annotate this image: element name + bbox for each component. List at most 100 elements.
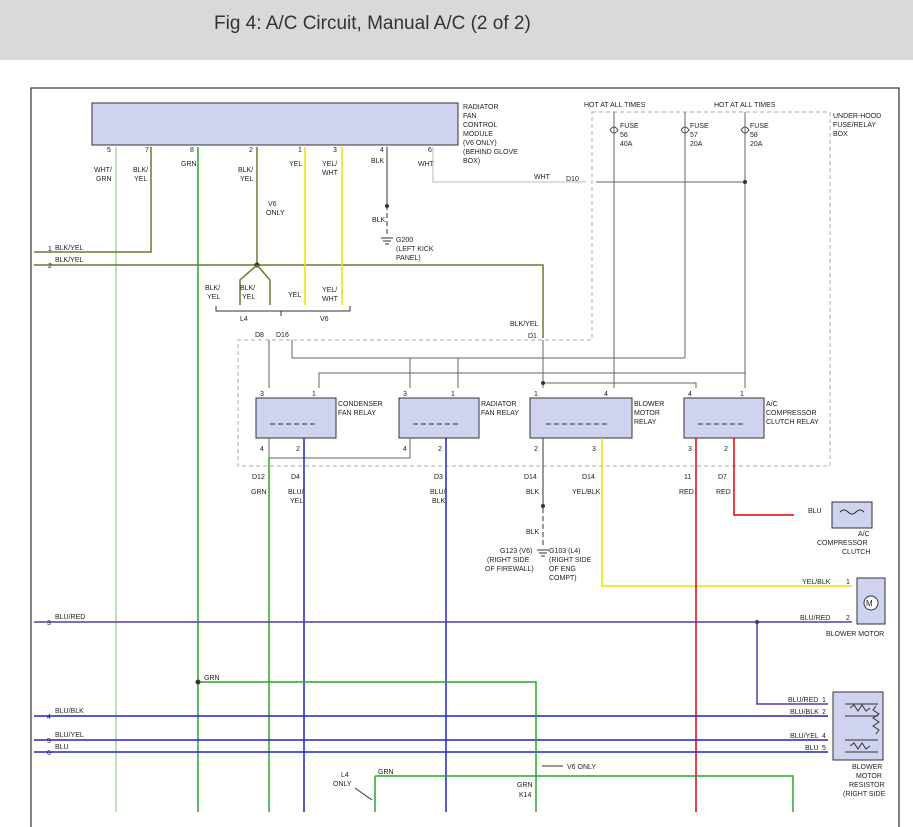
wire-label: YEL/BLK: [802, 579, 831, 586]
clutch-label: CLUTCH: [842, 549, 870, 556]
wire-label: GRN: [204, 675, 220, 682]
wire-label: BLU/: [288, 489, 304, 496]
connector-label: D3: [434, 474, 443, 481]
relay-pin: 4: [260, 446, 264, 453]
wire-label: BLU/RED: [55, 614, 85, 621]
relay-pin: 3: [688, 446, 692, 453]
clutch-label: A/C: [858, 531, 870, 538]
module-wire-labels: WHT/ GRN BLK/ YEL GRN BLK/ YEL YEL YEL/ …: [94, 158, 435, 183]
fuses: FUSE 56 40A FUSE 57 20A FUSE 58 20A: [620, 123, 769, 148]
lower-labels: D12 D4 D3 D14 D14 11 D7 GRN BLU/ YEL BLU…: [251, 474, 731, 582]
wire-label: BLU: [808, 508, 822, 515]
relay-label: A/C: [766, 401, 778, 408]
fuse-label: 57: [690, 132, 698, 139]
module-pin: 8: [190, 147, 194, 154]
relay-pin: 1: [534, 391, 538, 398]
wire-label: BLU/YEL: [790, 733, 819, 740]
wire-label: BLK: [432, 498, 446, 505]
pin-label: 1: [846, 579, 850, 586]
ground-label-line: G103 (L4): [549, 548, 581, 555]
left-wire-labels: 3 BLU/RED 4 BLU/BLK 5 BLU/YEL 6 BLU: [47, 614, 85, 757]
pin-label: 1: [48, 246, 52, 253]
pin-label: 2: [48, 263, 52, 270]
pin-label: 2: [822, 709, 826, 716]
wire-label: BLU/: [430, 489, 446, 496]
module-pin: 3: [333, 147, 337, 154]
option-label: V6: [320, 316, 329, 323]
splice: [385, 204, 389, 208]
annotation: ONLY: [333, 781, 352, 788]
relay-label: RADIATOR: [481, 401, 517, 408]
wire-grn-l4: [375, 775, 794, 812]
module-pin: 2: [249, 147, 253, 154]
relay-pin: 3: [260, 391, 264, 398]
ground-label-line: OF FIREWALL): [485, 566, 534, 573]
connector-label: D4: [291, 474, 300, 481]
connector-label: D14: [582, 474, 595, 481]
relay-pin: 1: [740, 391, 744, 398]
pin-label: 4: [822, 733, 826, 740]
relay-pin: 4: [604, 391, 608, 398]
wire-label: RED: [679, 489, 694, 496]
module-pin: 6: [428, 147, 432, 154]
pin-label: 4: [47, 714, 51, 721]
ground-label-line: OF ENG: [549, 566, 576, 573]
module-pin: 5: [107, 147, 111, 154]
wire-label: GRN: [181, 161, 197, 168]
relay-pin: 1: [312, 391, 316, 398]
wire-split-2: [256, 264, 271, 305]
wire-label: YEL: [290, 498, 303, 505]
module-pin: 1: [298, 147, 302, 154]
wire-label: BLK: [371, 158, 385, 165]
wire-label: YEL: [207, 294, 220, 301]
connector-label: D14: [524, 474, 537, 481]
radiator-fan-control-module: [91, 102, 459, 146]
fuse-label: FUSE: [690, 123, 709, 130]
connector-label: D7: [718, 474, 727, 481]
ground-label-line: (RIGHT SIDE: [487, 557, 530, 564]
relay-label: BLOWER: [634, 401, 664, 408]
wire-label: BLK/YEL: [55, 257, 84, 264]
relay-pin: 2: [534, 446, 538, 453]
radiator-fan-relay: [398, 397, 480, 439]
wire-label: YEL: [288, 292, 301, 299]
wire-blu-red-resistor: [756, 622, 828, 705]
wiring-diagram: RADIATOR FAN CONTROL MODULE (V6 ONLY) (B…: [30, 87, 900, 827]
wire-label: BLU/BLK: [55, 708, 84, 715]
resistor-label: (RIGHT SIDE: [843, 791, 886, 798]
wire-label: YEL/BLK: [572, 489, 601, 496]
wire-label: YEL: [242, 294, 255, 301]
relay-label: CLUTCH RELAY: [766, 419, 819, 426]
wire-label: BLU/BLK: [790, 709, 819, 716]
wire-label: BLU: [55, 744, 69, 751]
fuse-box-label: HOT AT ALL TIMES HOT AT ALL TIMES UNDER-…: [584, 102, 881, 138]
relay-label: FAN RELAY: [481, 410, 519, 417]
ground-label-line: PANEL): [396, 255, 421, 262]
fuse-label: 20A: [690, 141, 703, 148]
module-label-line: RADIATOR: [463, 104, 499, 111]
annotation: V6 ONLY: [567, 764, 596, 771]
wire-label: GRN: [378, 769, 394, 776]
hot-label: HOT AT ALL TIMES: [714, 102, 776, 109]
annotation: V6: [268, 201, 277, 208]
connector-label: D10: [566, 176, 579, 183]
ac-compressor-clutch-relay: [683, 397, 765, 439]
wire-d16: [291, 340, 685, 359]
annotation: L4: [341, 772, 349, 779]
pin-label: 5: [822, 745, 826, 752]
fuse-label: FUSE: [750, 123, 769, 130]
relay-pin: 2: [724, 446, 728, 453]
ground-icon: [381, 237, 393, 245]
wire-label: WHT/: [94, 167, 112, 174]
resistor-label: RESISTOR: [849, 782, 885, 789]
connector-label: K14: [519, 792, 532, 799]
pin-label: 6: [47, 750, 51, 757]
connector-label: D12: [252, 474, 265, 481]
pin-label: 5: [47, 738, 51, 745]
relay-pin: 2: [438, 446, 442, 453]
blower-motor-relay: [529, 397, 633, 439]
pin-label: 2: [846, 615, 850, 622]
motor-icon-letter: M: [866, 599, 873, 608]
ground-label-line: COMPT): [549, 575, 577, 582]
connector-label: D8: [255, 332, 264, 339]
